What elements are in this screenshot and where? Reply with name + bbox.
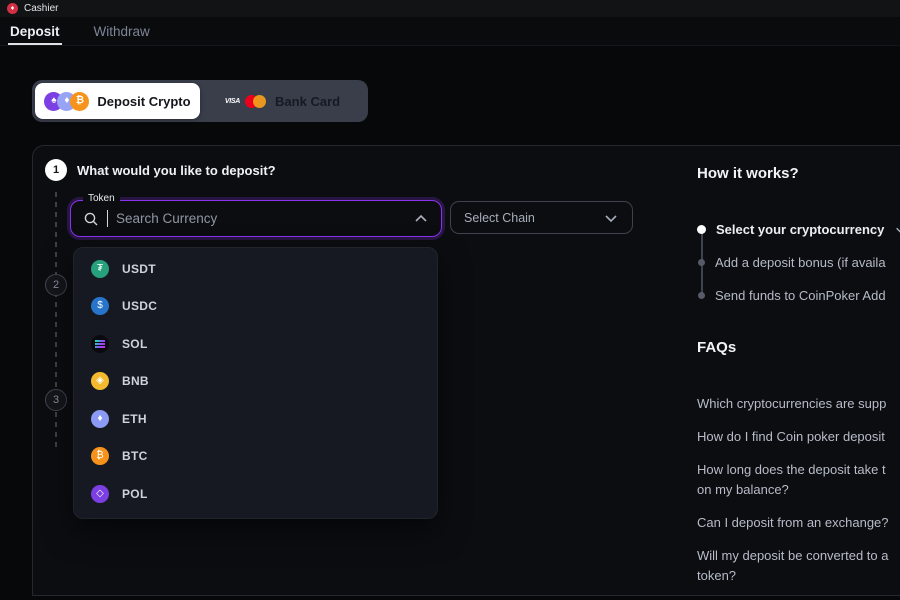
timeline-dot [698, 259, 705, 266]
visa-icon: VISA [225, 98, 240, 105]
token-option-usdt[interactable]: ₮ USDT [74, 250, 437, 288]
step-1-badge: 1 [45, 159, 67, 181]
token-option-btc[interactable]: ₿ BTC [74, 438, 437, 476]
faqs-title: FAQs [697, 339, 736, 356]
token-dropdown: ₮ USDT $ USDC SOL ◈ BNB ♦ ETH ₿ BTC ◇ PO… [73, 247, 438, 519]
token-option-pol[interactable]: ◇ POL [74, 475, 437, 513]
titlebar-app-name: Cashier [24, 3, 58, 14]
step-3-badge: 3 [45, 389, 67, 411]
timeline-dot-active [697, 225, 706, 234]
tab-withdraw[interactable]: Withdraw [92, 17, 152, 45]
token-option-sol[interactable]: SOL [74, 325, 437, 363]
hiw-step-bonus[interactable]: Add a deposit bonus (if availa [697, 255, 900, 270]
bank-card-label: Bank Card [275, 94, 340, 109]
tab-bar: Deposit Withdraw [0, 17, 900, 46]
btc-icon: ₿ [91, 447, 109, 465]
stepper-connector [55, 192, 57, 450]
faq-deposit-converted[interactable]: Will my deposit be converted to a token? [697, 546, 900, 586]
chain-select-value: Select Chain [464, 211, 535, 225]
pol-icon: ◇ [91, 485, 109, 503]
bank-card-toggle[interactable]: VISA Bank Card [200, 83, 365, 119]
deposit-crypto-toggle[interactable]: ♠ ♦ ₿ Deposit Crypto [35, 83, 200, 119]
token-option-usdc[interactable]: $ USDC [74, 288, 437, 326]
btc-coin-icon: ₿ [70, 92, 89, 111]
eth-icon: ♦ [91, 410, 109, 428]
faq-supported-currencies[interactable]: Which cryptocurrencies are supp [697, 394, 900, 414]
coinpoker-logo-icon: ♦ [7, 3, 18, 14]
token-search-field[interactable]: Token [70, 200, 442, 237]
faq-deposit-time[interactable]: How long does the deposit take t on my b… [697, 460, 900, 500]
tab-deposit[interactable]: Deposit [8, 17, 62, 45]
titlebar: ♦ Cashier [0, 0, 900, 17]
search-icon [83, 211, 99, 227]
chevron-up-icon[interactable] [413, 211, 429, 227]
hiw-step-select-crypto[interactable]: Select your cryptocurrency [697, 222, 900, 237]
text-cursor [107, 210, 108, 227]
faq-list: Which cryptocurrencies are supp How do I… [697, 394, 900, 599]
faq-find-deposit-address[interactable]: How do I find Coin poker deposit [697, 427, 900, 447]
chain-select[interactable]: Select Chain [450, 201, 633, 234]
how-it-works-title: How it works? [697, 165, 799, 182]
faq-deposit-from-exchange[interactable]: Can I deposit from an exchange? [697, 513, 900, 533]
hiw-step-send-funds[interactable]: Send funds to CoinPoker Add [697, 288, 900, 303]
step-1-question: What would you like to deposit? [77, 163, 276, 178]
deposit-method-toggle: ♠ ♦ ₿ Deposit Crypto VISA Bank Card [32, 80, 368, 122]
deposit-crypto-label: Deposit Crypto [97, 94, 190, 109]
chevron-down-icon [894, 223, 900, 237]
token-option-bnb[interactable]: ◈ BNB [74, 363, 437, 401]
token-option-eth[interactable]: ♦ ETH [74, 400, 437, 438]
chevron-down-icon [603, 210, 619, 226]
step-2-badge: 2 [45, 274, 67, 296]
token-search-input[interactable] [116, 211, 405, 226]
usdt-icon: ₮ [91, 260, 109, 278]
bnb-icon: ◈ [91, 372, 109, 390]
crypto-coins-icon: ♠ ♦ ₿ [44, 92, 89, 111]
timeline-dot [698, 292, 705, 299]
sol-icon [91, 335, 109, 353]
usdc-icon: $ [91, 297, 109, 315]
mastercard-icon [245, 95, 267, 108]
token-field-label: Token [83, 193, 120, 204]
